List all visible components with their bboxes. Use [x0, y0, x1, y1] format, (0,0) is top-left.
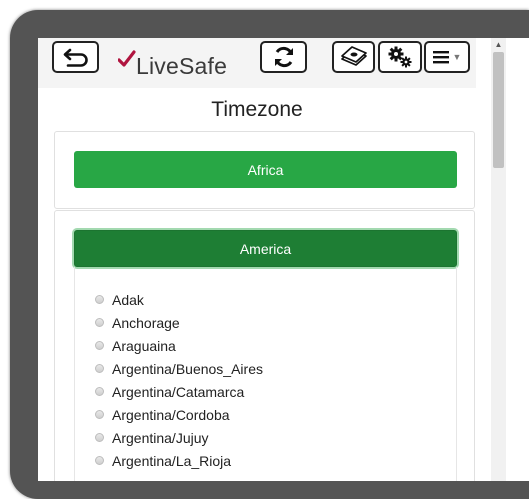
radio-button[interactable] — [95, 456, 104, 465]
app-logo: LiveSafe — [118, 46, 227, 80]
page-title: Timezone — [211, 98, 303, 121]
refresh-button[interactable] — [260, 41, 307, 73]
timezone-option[interactable]: Anchorage — [95, 311, 263, 334]
timezone-label: Argentina/Buenos_Aires — [112, 360, 263, 377]
chevron-down-icon: ▼ — [452, 52, 462, 62]
back-button[interactable] — [52, 41, 99, 73]
hamburger-icon — [432, 51, 449, 64]
timezone-label: Adak — [112, 291, 144, 308]
timezone-option[interactable]: Argentina/Buenos_Aires — [95, 357, 263, 380]
timezone-option[interactable]: Adak — [95, 288, 263, 311]
settings-button[interactable] — [378, 41, 422, 73]
timezone-option[interactable]: Araguaina — [95, 334, 263, 357]
timezone-label: Argentina/Cordoba — [112, 406, 230, 423]
scroll-up-arrow-icon[interactable]: ▲ — [491, 38, 506, 51]
top-toolbar: LiveSafe ▼ — [38, 38, 476, 88]
main-menu-button[interactable]: ▼ — [424, 41, 470, 73]
billing-button[interactable] — [332, 41, 375, 73]
money-stack-icon — [340, 46, 367, 66]
region-button-america[interactable]: America — [74, 230, 457, 267]
timezone-label: Anchorage — [112, 314, 180, 331]
timezone-option[interactable]: Argentina/Catamarca — [95, 380, 263, 403]
main-content: LiveSafe ▼ Timezone Africa America Adak … — [38, 38, 476, 481]
check-mark-icon — [118, 50, 136, 67]
timezone-label: Argentina/Jujuy — [112, 429, 209, 446]
timezone-list-panel: Adak Anchorage Araguaina Argentina/Bueno… — [74, 267, 457, 481]
radio-button[interactable] — [95, 364, 104, 373]
scrollbar-thumb[interactable] — [493, 52, 504, 168]
radio-button[interactable] — [95, 318, 104, 327]
timezone-label: Araguaina — [112, 337, 176, 354]
undo-arrow-icon — [63, 48, 88, 67]
radio-button[interactable] — [95, 410, 104, 419]
radio-button[interactable] — [95, 433, 104, 442]
region-button-africa[interactable]: Africa — [74, 151, 457, 188]
timezone-label: Argentina/La_Rioja — [112, 452, 232, 469]
vertical-scrollbar[interactable]: ▲ — [491, 38, 506, 481]
gears-icon — [388, 46, 412, 68]
timezone-option[interactable]: Argentina/Cordoba — [95, 403, 263, 426]
radio-button[interactable] — [95, 341, 104, 350]
logo-text: LiveSafe — [136, 53, 228, 79]
region-card-africa: Africa — [54, 131, 475, 209]
app-screen: LiveSafe ▼ Timezone Africa America Adak … — [38, 38, 529, 481]
radio-button[interactable] — [95, 295, 104, 304]
timezone-label: Argentina/Catamarca — [112, 383, 245, 400]
timezone-list: Adak Anchorage Araguaina Argentina/Bueno… — [95, 288, 263, 472]
timezone-option[interactable]: Argentina/Jujuy — [95, 426, 263, 449]
refresh-icon — [274, 46, 293, 68]
radio-button[interactable] — [95, 387, 104, 396]
timezone-option[interactable]: Argentina/La_Rioja — [95, 449, 263, 472]
region-card-america: America Adak Anchorage Araguaina Argenti… — [54, 210, 475, 481]
